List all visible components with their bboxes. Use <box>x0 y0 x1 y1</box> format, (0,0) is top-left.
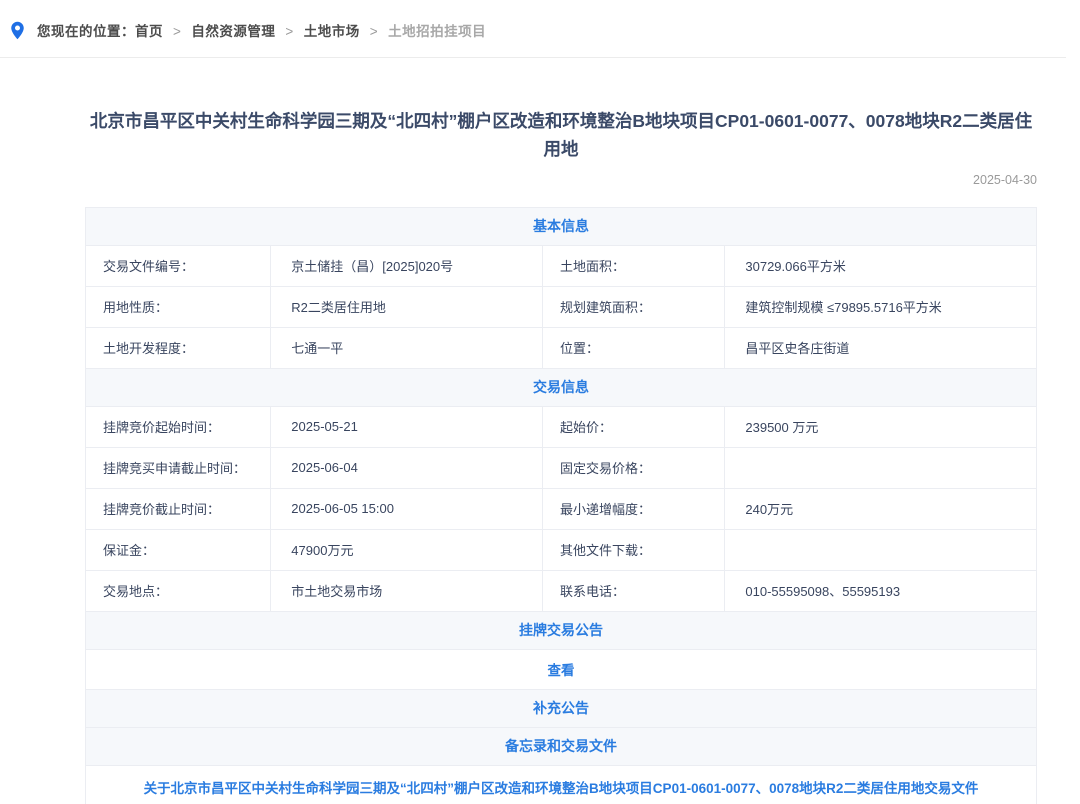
field-value: 30729.066平方米 <box>724 246 1036 286</box>
publish-date: 2025-04-30 <box>85 173 1037 187</box>
breadcrumb-item-natural-resources[interactable]: 自然资源管理 <box>191 24 275 39</box>
field-label: 用地性质： <box>86 287 270 327</box>
breadcrumb-separator: > <box>285 24 293 39</box>
field-value: 2025-06-05 15:00 <box>270 489 542 529</box>
field-value: 47900万元 <box>270 530 542 570</box>
announcement-view-row: 查看 <box>86 650 1036 690</box>
field-label: 其他文件下载： <box>542 530 724 570</box>
field-label: 土地开发程度： <box>86 328 270 368</box>
field-label: 交易文件编号： <box>86 246 270 286</box>
table-row: 用地性质： R2二类居住用地 规划建筑面积： 建筑控制规模 ≤79895.571… <box>86 287 1036 328</box>
section-header-memo-files: 备忘录和交易文件 <box>86 728 1036 766</box>
field-label: 土地面积： <box>542 246 724 286</box>
field-label: 交易地点： <box>86 571 270 611</box>
table-row: 交易文件编号： 京土储挂（昌）[2025]020号 土地面积： 30729.06… <box>86 246 1036 287</box>
table-row: 挂牌竞价截止时间： 2025-06-05 15:00 最小递增幅度： 240万元 <box>86 489 1036 530</box>
field-value <box>724 530 1036 570</box>
main-content: 北京市昌平区中关村生命科学园三期及“北四村”棚户区改造和环境整治B地块项目CP0… <box>85 107 1037 804</box>
page-title: 北京市昌平区中关村生命科学园三期及“北四村”棚户区改造和环境整治B地块项目CP0… <box>85 107 1037 164</box>
field-value: 昌平区史各庄街道 <box>724 328 1036 368</box>
field-value: 2025-06-04 <box>270 448 542 488</box>
breadcrumb-item-current: 土地招拍挂项目 <box>388 24 486 39</box>
field-label: 挂牌竞买申请截止时间： <box>86 448 270 488</box>
field-label: 联系电话： <box>542 571 724 611</box>
field-label: 起始价： <box>542 407 724 447</box>
section-header-basic-info: 基本信息 <box>86 208 1036 246</box>
field-value: 建筑控制规模 ≤79895.5716平方米 <box>724 287 1036 327</box>
field-value: 010-55595098、55595193 <box>724 571 1036 611</box>
field-value: 240万元 <box>724 489 1036 529</box>
field-value <box>724 448 1036 488</box>
field-label: 保证金： <box>86 530 270 570</box>
table-row: 保证金： 47900万元 其他文件下载： <box>86 530 1036 571</box>
section-header-supplement-announcement: 补充公告 <box>86 690 1036 728</box>
field-label: 规划建筑面积： <box>542 287 724 327</box>
field-value: 七通一平 <box>270 328 542 368</box>
field-value: R2二类居住用地 <box>270 287 542 327</box>
field-value: 市土地交易市场 <box>270 571 542 611</box>
table-row: 挂牌竞价起始时间： 2025-05-21 起始价： 239500 万元 <box>86 407 1036 448</box>
breadcrumb-prefix: 您现在的位置： <box>37 24 135 39</box>
location-pin-icon <box>10 21 25 40</box>
header-divider <box>0 57 1066 58</box>
field-label: 最小递增幅度： <box>542 489 724 529</box>
field-label: 位置： <box>542 328 724 368</box>
table-row: 挂牌竞买申请截止时间： 2025-06-04 固定交易价格： <box>86 448 1036 489</box>
field-value: 京土储挂（昌）[2025]020号 <box>270 246 542 286</box>
field-value: 2025-05-21 <box>270 407 542 447</box>
field-label: 挂牌竞价起始时间： <box>86 407 270 447</box>
breadcrumb-item-home[interactable]: 首页 <box>135 24 163 39</box>
land-info-table: 基本信息 交易文件编号： 京土储挂（昌）[2025]020号 土地面积： 307… <box>85 207 1037 804</box>
table-row: 交易地点： 市土地交易市场 联系电话： 010-55595098、5559519… <box>86 571 1036 612</box>
breadcrumb-item-land-market[interactable]: 土地市场 <box>304 24 360 39</box>
transaction-file-link[interactable]: 关于北京市昌平区中关村生命科学园三期及“北四村”棚户区改造和环境整治B地块项目C… <box>144 777 979 797</box>
view-announcement-link[interactable]: 查看 <box>548 659 575 679</box>
breadcrumb: 您现在的位置：首页 > 自然资源管理 > 土地市场 > 土地招拍挂项目 <box>0 0 1080 40</box>
section-header-transaction-info: 交易信息 <box>86 369 1036 407</box>
table-row: 土地开发程度： 七通一平 位置： 昌平区史各庄街道 <box>86 328 1036 369</box>
transaction-file-row: 关于北京市昌平区中关村生命科学园三期及“北四村”棚户区改造和环境整治B地块项目C… <box>86 766 1036 804</box>
field-label: 挂牌竞价截止时间： <box>86 489 270 529</box>
breadcrumb-separator: > <box>370 24 378 39</box>
field-value: 239500 万元 <box>724 407 1036 447</box>
breadcrumb-separator: > <box>173 24 181 39</box>
section-header-listing-announcement: 挂牌交易公告 <box>86 612 1036 650</box>
field-label: 固定交易价格： <box>542 448 724 488</box>
